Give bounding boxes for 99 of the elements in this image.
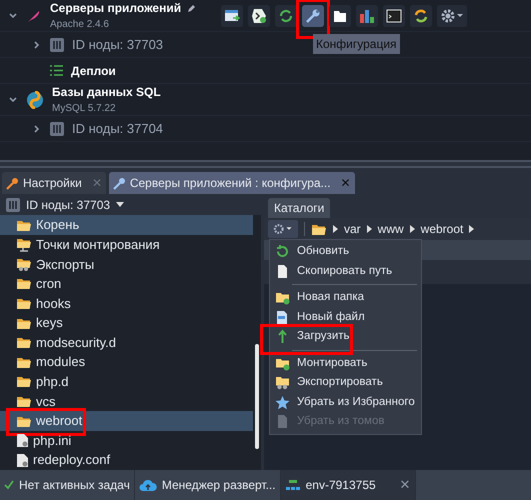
wrench-icon [6,176,19,190]
shared-folder-icon [16,256,32,272]
document-icon [275,264,290,279]
wrench-icon [305,8,321,24]
menu-item[interactable]: Экспортировать [270,373,421,392]
caret-right-icon [469,225,474,233]
new-folder-icon [275,290,290,306]
tree-item[interactable]: vcs [0,392,253,412]
caret-icon [116,202,124,208]
toolbar-button[interactable] [248,5,270,27]
bar-chart-icon [359,8,375,24]
folder-icon [16,218,32,232]
gear-icon [272,223,294,235]
toolbar-button[interactable] [437,5,467,27]
folder-icon [16,414,32,428]
folder-icon [311,222,327,236]
tree-item[interactable]: cron [0,274,253,294]
breadcrumb-item[interactable]: www [378,220,404,238]
group-subtitle: MySQL 5.7.22 [52,102,117,116]
taskbar-item[interactable]: Нет активных задач [0,470,135,500]
tree-item[interactable]: keys [0,313,253,333]
tree-item[interactable]: Экспорты [0,254,253,274]
pencil-icon[interactable] [187,4,196,12]
refresh-icon [278,8,294,24]
folder-icon [16,336,32,350]
tab[interactable]: Настройки ✕ [2,172,106,194]
server-node-icon [6,198,20,212]
folder-icon [16,316,32,330]
shared-folder-icon [275,375,290,390]
chevron-right-icon[interactable] [32,40,42,50]
taskbar-item[interactable]: env-7913755 ✕ [280,470,416,500]
tree-item[interactable]: php.d [0,372,253,392]
caret-right-icon [410,225,415,233]
deploy-label[interactable]: Деплои [71,62,116,80]
tree-item[interactable]: Точки монтирования [0,234,253,254]
group-title[interactable]: Базы данных SQL [52,83,161,101]
toolbar-button[interactable] [383,5,405,27]
chevron-right-icon[interactable] [32,124,42,134]
add-node-icon [251,8,267,24]
server-node-icon [50,38,64,52]
server-node-icon [50,122,64,136]
tab-label[interactable]: Серверы приложений : конфигура... [130,174,331,192]
checkmark-icon [4,480,14,490]
node-selector[interactable]: ID ноды: 37703 [0,194,261,216]
refresh-icon [275,244,290,260]
caret-right-icon [366,225,372,233]
wrench-icon [112,176,126,190]
network-icon [284,478,301,492]
folder-icon [16,394,32,408]
toolbar-button[interactable] [329,5,351,27]
tree-item[interactable]: modules [0,352,253,372]
folder-icon [16,296,32,310]
taskbar-item[interactable]: Менеджер разверт... [134,470,281,500]
settings-menu-button[interactable] [268,220,298,238]
window-icon [224,8,240,24]
cloud-upload-icon [138,478,157,492]
terminal-icon [386,8,402,24]
node-label[interactable]: ID ноды: 37704 [72,118,164,138]
node-label[interactable]: ID ноды: 37703 [72,34,164,54]
close-icon[interactable]: ✕ [400,475,411,495]
group-subtitle: Apache 2.4.6 [50,18,110,32]
tree-item[interactable]: redeploy.conf [0,450,253,470]
file-icon [16,433,29,448]
new-file-icon [275,310,290,325]
chevron-down-icon[interactable] [8,94,18,104]
breadcrumb-item[interactable]: webroot [420,220,464,238]
chevron-down-icon[interactable] [8,10,18,20]
menu-item[interactable]: Загрузить [270,327,421,346]
tree-item[interactable]: hooks [0,294,253,314]
folder-icon [16,356,32,369]
tab-label[interactable]: Настройки [23,174,82,192]
file-icon [16,452,29,468]
folder-icon [332,8,348,24]
folder-icon [16,375,32,388]
group-title[interactable]: Серверы приложений [50,0,182,17]
menu-item[interactable]: Монтировать [270,354,421,373]
menu-item[interactable]: Новый файл [270,308,421,327]
tree-item[interactable]: Корень [0,215,253,235]
tab[interactable]: Серверы приложений : конфигура... ✕ [108,172,355,194]
mounted-folder-icon [16,237,32,252]
tree-item[interactable]: php.ini [0,430,253,450]
document-icon [275,414,290,430]
scrollbar[interactable] [255,344,259,449]
tree-item[interactable]: modsecurity.d [0,332,253,352]
catalog-tab[interactable]: Каталоги [268,198,330,218]
database-logo-icon [26,90,44,108]
caret-right-icon [333,225,338,233]
tooltip: Конфигурация [313,34,400,54]
toolbar-button[interactable] [410,5,432,27]
menu-item[interactable]: Убрать из Избранного [270,392,421,412]
menu-item[interactable]: Новая папка [270,288,421,308]
star-icon [275,394,290,410]
list-icon [50,65,63,76]
redeploy-icon [413,8,429,24]
breadcrumb-item[interactable]: var [344,220,361,238]
tree-item[interactable]: webroot [0,411,253,431]
gear-icon [440,8,464,24]
folder-icon [16,277,32,290]
toolbar-button[interactable] [221,5,243,27]
